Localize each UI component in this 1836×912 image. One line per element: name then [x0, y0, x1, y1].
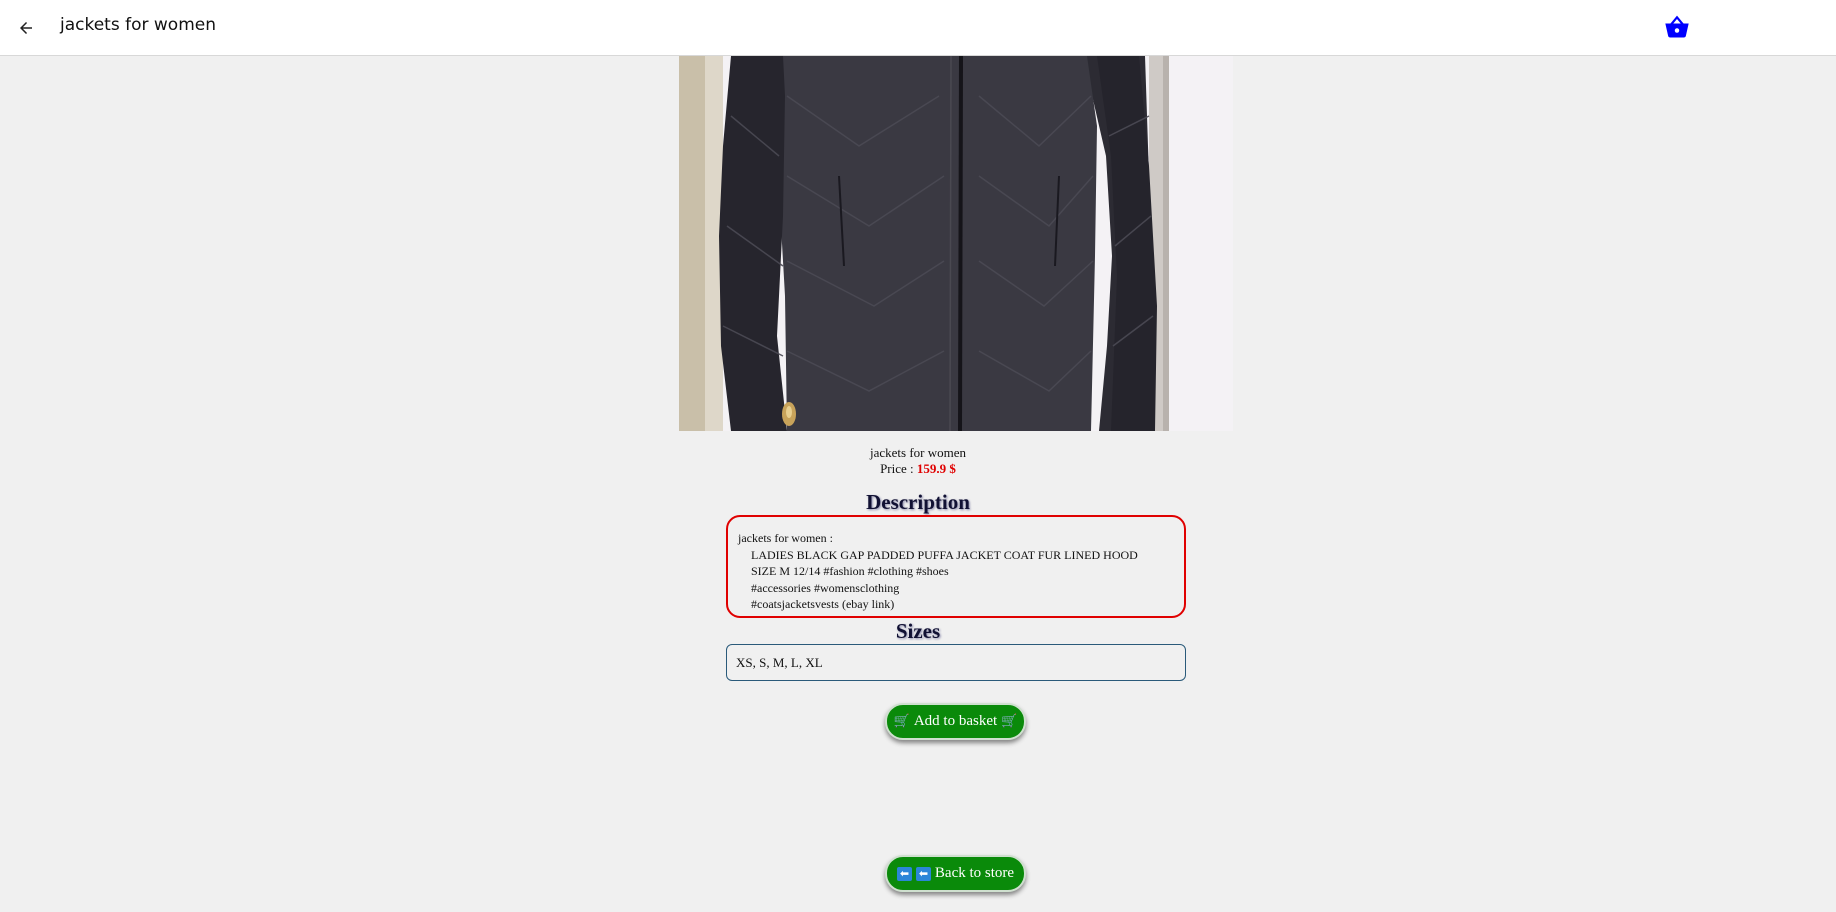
sizes-heading: Sizes — [895, 619, 941, 643]
description-line: jackets for women : — [738, 531, 833, 545]
description-line: #accessories #womensclothing — [751, 580, 900, 595]
shopping-cart-icon: 🛒 — [893, 714, 910, 729]
description-box: jackets for women : LADIES BLACK GAP PAD… — [726, 515, 1186, 618]
back-to-store-button[interactable]: ⬅ ⬅ Back to store — [885, 855, 1026, 892]
price-line: Price : 159.9 $ — [0, 461, 1836, 477]
basket-icon — [1665, 15, 1689, 38]
back-button[interactable] — [8, 10, 44, 46]
arrow-left-icon — [20, 22, 32, 34]
price-label: Price : — [880, 461, 917, 476]
top-app-bar: jackets for women — [0, 0, 1836, 56]
sizes-field[interactable]: XS, S, M, L, XL — [726, 644, 1186, 681]
description-line: SIZE M 12/14 #fashion #clothing #shoes — [751, 564, 949, 578]
price-value: 159.9 $ — [916, 461, 956, 476]
description-line: LADIES BLACK GAP PADDED PUFFA JACKET COA… — [751, 547, 1138, 562]
product-name: jackets for women — [869, 445, 967, 460]
basket-button[interactable] — [1660, 10, 1694, 44]
back-to-store-label: Back to store — [934, 865, 1015, 881]
product-image — [679, 56, 1233, 431]
left-arrow-icon: ⬅ — [896, 866, 912, 881]
description-heading: Description — [866, 490, 970, 514]
left-arrow-icon: ⬅ — [915, 866, 931, 881]
page-title: jackets for women — [60, 15, 216, 35]
add-to-basket-button[interactable]: 🛒 Add to basket 🛒 — [885, 703, 1026, 740]
sizes-value: XS, S, M, L, XL — [736, 655, 823, 670]
shopping-cart-icon: 🛒 — [1001, 714, 1018, 729]
description-line: #coatsjacketsvests (ebay link) — [751, 597, 895, 611]
add-to-basket-label: Add to basket — [913, 713, 998, 729]
